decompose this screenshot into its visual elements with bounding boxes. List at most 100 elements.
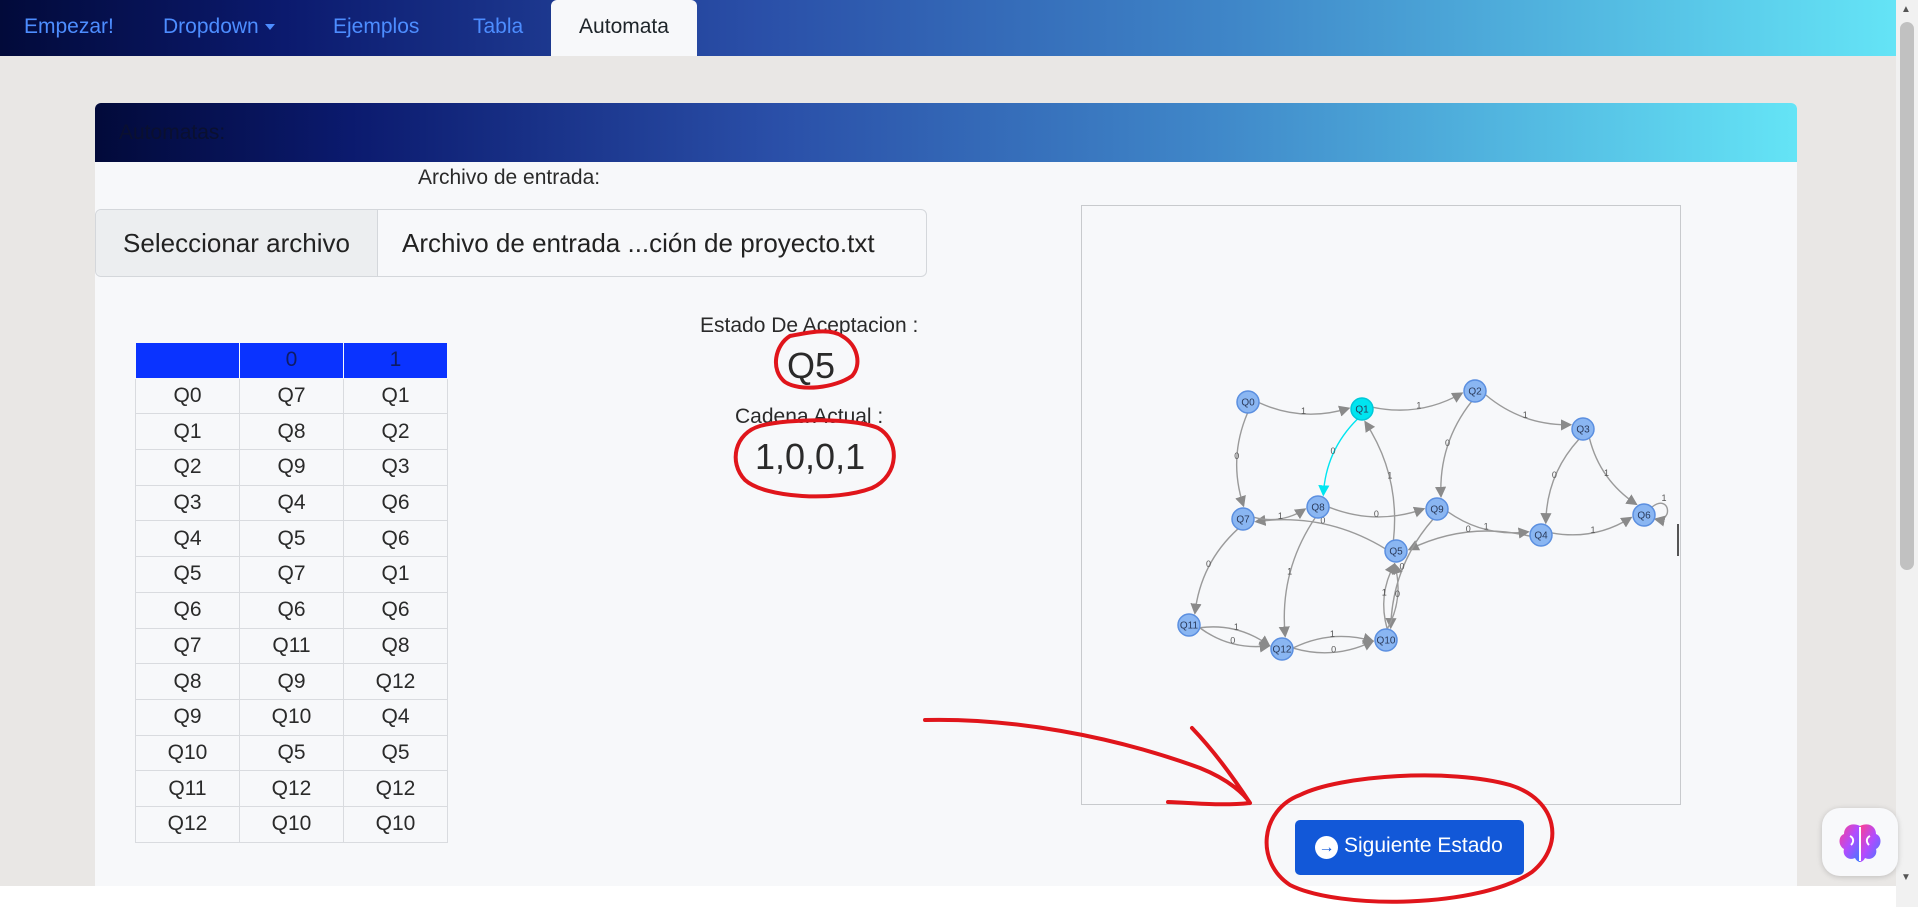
table-cell: Q2	[343, 413, 448, 451]
table-header-row: 0 1	[135, 342, 448, 379]
graph-edge-label: 0	[1466, 524, 1471, 534]
graph-node-q6[interactable]: Q6	[1632, 503, 1656, 527]
graph-edge-label: 1	[1523, 410, 1528, 420]
graph-node-label: Q1	[1355, 405, 1369, 416]
graph-node-q0[interactable]: Q0	[1236, 390, 1260, 414]
table-cell: Q4	[135, 520, 240, 558]
table-cell: Q5	[135, 556, 240, 593]
graph-edge-label: 1	[1234, 622, 1239, 632]
graph-node-label: Q2	[1468, 387, 1482, 398]
graph-node-q5[interactable]: Q5	[1384, 539, 1408, 563]
table-row: Q1 Q8 Q2	[135, 413, 448, 451]
graph-node-q12[interactable]: Q12	[1270, 637, 1294, 661]
table-cell: Q0	[135, 377, 240, 415]
assistant-widget[interactable]	[1822, 808, 1898, 876]
table-cell: Q10	[343, 805, 448, 843]
graph-edge-q1-q8	[1318, 418, 1358, 497]
graph-node-q2[interactable]: Q2	[1463, 379, 1487, 403]
graph-edge-label: 1	[1416, 401, 1421, 411]
arrow-right-circle-icon: →	[1315, 836, 1338, 859]
graph-node-q10[interactable]: Q10	[1374, 628, 1398, 652]
graph-node-label: Q0	[1241, 398, 1255, 409]
graph-edge-label: 0	[1331, 446, 1336, 456]
table-cell: Q7	[239, 377, 344, 415]
graph-edge-label: 1	[1661, 493, 1666, 503]
graph-node-label: Q3	[1576, 425, 1590, 436]
file-input[interactable]: Seleccionar archivo Archivo de entrada .…	[95, 209, 927, 277]
selected-filename: Archivo de entrada ...ción de proyecto.t…	[402, 228, 875, 258]
table-cell: Q7	[135, 627, 240, 665]
graph-node-label: Q9	[1430, 505, 1444, 516]
graph-node-q3[interactable]: Q3	[1571, 417, 1595, 441]
graph-edge-label: 1	[1330, 629, 1335, 639]
table-cell: Q6	[343, 591, 448, 629]
next-state-label: Siguiente Estado	[1344, 834, 1503, 857]
table-cell: Q12	[135, 805, 240, 843]
table-cell: Q9	[135, 698, 240, 736]
graph-edge-label: 0	[1206, 559, 1211, 569]
nav-automata[interactable]: Automata	[551, 0, 697, 56]
table-cell: Q12	[343, 770, 448, 807]
graph-edge-label: 1	[1382, 588, 1387, 598]
table-cell: Q7	[239, 556, 344, 593]
select-file-button[interactable]: Seleccionar archivo	[96, 210, 378, 276]
current-chain-value: 1,0,0,1	[755, 436, 866, 477]
table-row: Q5 Q7 Q1	[135, 556, 448, 593]
graph-edge-q5-q1	[1364, 420, 1396, 541]
table-cell: Q5	[239, 734, 344, 772]
table-row: Q4 Q5 Q6	[135, 520, 448, 558]
graph-edge-label: 0	[1552, 470, 1557, 480]
table-row: Q8 Q9 Q12	[135, 663, 448, 700]
graph-node-q7[interactable]: Q7	[1231, 507, 1255, 531]
nav-ejemplos[interactable]: Ejemplos	[333, 0, 419, 56]
graph-edge-q3-q6	[1588, 437, 1638, 506]
scrollbar-thumb[interactable]	[1900, 22, 1914, 570]
table-cell: Q10	[135, 734, 240, 772]
table-cell: Q9	[239, 449, 344, 486]
table-cell: Q10	[239, 805, 344, 843]
caret-down-icon	[264, 24, 275, 31]
graph-node-q8[interactable]: Q8	[1306, 495, 1330, 519]
table-header-cell: 1	[343, 342, 448, 379]
brain-icon	[1839, 824, 1881, 862]
graph-edge-label: 1	[1484, 522, 1489, 532]
table-cell: Q11	[135, 770, 240, 807]
graph-node-label: Q5	[1389, 547, 1403, 558]
table-cell: Q6	[239, 591, 344, 629]
table-row: Q6 Q6 Q6	[135, 591, 448, 629]
table-cell: Q12	[239, 770, 344, 807]
nav-empezar[interactable]: Empezar!	[24, 0, 114, 56]
table-cell: Q3	[135, 484, 240, 522]
table-row: Q0 Q7 Q1	[135, 377, 448, 415]
nav-dropdown[interactable]: Dropdown	[163, 0, 275, 56]
next-state-button[interactable]: → Siguiente Estado	[1295, 820, 1524, 875]
table-cell: Q9	[239, 663, 344, 700]
graph-edge-label: 0	[1400, 562, 1405, 572]
graph-node-label: Q6	[1637, 511, 1651, 522]
table-cell: Q1	[343, 377, 448, 415]
automaton-graph[interactable]: 1010101010101100110010101 Q0Q1Q2Q3Q4Q5Q6…	[1082, 206, 1680, 804]
table-row: Q7 Q11 Q8	[135, 627, 448, 665]
acceptance-state-value: Q5	[787, 345, 836, 386]
graph-node-q1[interactable]: Q1	[1350, 397, 1374, 421]
table-row: Q9 Q10 Q4	[135, 698, 448, 736]
file-input-label: Archivo de entrada:	[418, 166, 601, 189]
scroll-down-arrow-icon[interactable]: ▼	[1901, 872, 1911, 883]
automaton-graph-panel[interactable]: 1010101010101100110010101 Q0 Q1 Q2 Q3 Q4 Q5 Q6…	[1081, 205, 1681, 805]
table-cell: Q5	[343, 734, 448, 772]
graph-edge-label: 1	[1387, 470, 1392, 480]
table-cell: Q6	[343, 520, 448, 558]
scroll-up-arrow-icon[interactable]: ▲	[1901, 4, 1911, 15]
graph-node-q4[interactable]: Q4	[1529, 523, 1553, 547]
table-row: Q11 Q12 Q12	[135, 770, 448, 807]
graph-edge-label: 1	[1278, 511, 1283, 521]
table-row: Q10 Q5 Q5	[135, 734, 448, 772]
graph-node-q11[interactable]: Q11	[1177, 613, 1201, 637]
graph-edge-label: 1	[1591, 525, 1596, 535]
nav-dropdown-label: Dropdown	[163, 15, 259, 38]
table-cell: Q8	[239, 413, 344, 451]
graph-edge-label: 0	[1374, 509, 1379, 519]
nav-tabla[interactable]: Tabla	[473, 0, 523, 56]
table-cell: Q8	[343, 627, 448, 665]
graph-node-q9[interactable]: Q9	[1425, 497, 1449, 521]
